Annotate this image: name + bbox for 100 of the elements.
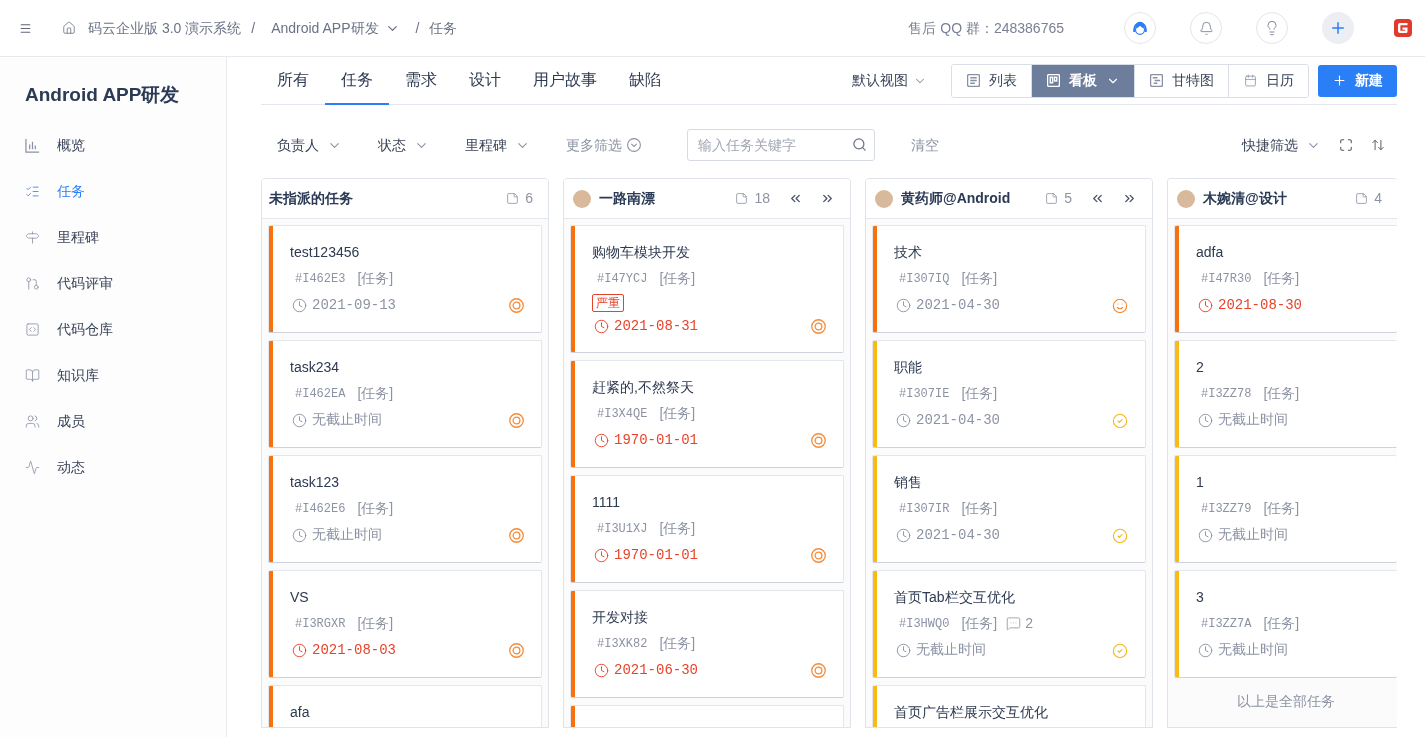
target-icon[interactable] bbox=[509, 298, 524, 313]
task-card[interactable]: 销售 #I307IR [任务] 2021-04-30 bbox=[872, 455, 1146, 563]
task-card[interactable]: test123456 #I462E3 [任务] 2021-09-13 bbox=[268, 225, 542, 333]
target-icon[interactable] bbox=[811, 663, 826, 678]
task-title: 开发对接 bbox=[592, 608, 649, 627]
task-type: [任务] bbox=[961, 384, 998, 403]
task-title: 赶紧的,不然祭天 bbox=[592, 378, 695, 397]
due-date: 无截止时间 bbox=[312, 526, 382, 545]
task-type: [任务] bbox=[961, 614, 998, 633]
sidebar-item[interactable]: 动态 bbox=[0, 444, 226, 490]
tab[interactable]: 缺陷 bbox=[613, 57, 677, 105]
due-date: 无截止时间 bbox=[916, 641, 986, 660]
task-card[interactable]: 开发对接 #I3XK82 [任务] 2021-06-30 bbox=[570, 590, 844, 698]
task-card[interactable]: 技术 #I307IQ [任务] 2021-04-30 bbox=[872, 225, 1146, 333]
task-type: [任务] bbox=[961, 499, 998, 518]
sidebar-item[interactable]: 里程碑 bbox=[0, 214, 226, 260]
check-circle-icon[interactable] bbox=[1112, 642, 1128, 659]
due-date: 1970-01-01 bbox=[614, 546, 698, 565]
project-dropdown[interactable]: Android APP研发 bbox=[265, 17, 406, 39]
task-card[interactable]: 1111 #I3U1XJ [任务] 1970-01-01 bbox=[570, 475, 844, 583]
tab[interactable]: 设计 bbox=[453, 57, 517, 105]
calendar-icon bbox=[1244, 74, 1257, 87]
task-number: #I462E6 bbox=[295, 500, 346, 518]
target-icon[interactable] bbox=[509, 413, 524, 428]
task-card[interactable]: VS #I3RGXR [任务] 2021-08-03 bbox=[268, 570, 542, 678]
new-button[interactable]: 新建 bbox=[1318, 64, 1397, 97]
sidebar-item[interactable]: 知识库 bbox=[0, 352, 226, 398]
view-picker[interactable]: 默认视图 bbox=[852, 70, 927, 91]
sidebar-item[interactable]: 代码评审 bbox=[0, 260, 226, 306]
task-title: afa bbox=[290, 703, 311, 722]
task-card[interactable]: afa bbox=[268, 685, 542, 727]
task-count: 18 bbox=[754, 189, 770, 208]
create-button[interactable] bbox=[1322, 12, 1354, 44]
task-title: 职能 bbox=[894, 358, 923, 377]
task-number: #I3X4QE bbox=[597, 405, 648, 423]
task-card[interactable]: 2 #I3ZZ78 [任务] 无截止时间 bbox=[1174, 340, 1397, 448]
task-card[interactable]: 购物车模块开发 #I47YCJ [任务] 严重 2021-08-31 bbox=[570, 225, 844, 353]
task-card[interactable]: task234 #I462EA [任务] 无截止时间 bbox=[268, 340, 542, 448]
view-mode-button[interactable]: 日历 bbox=[1228, 64, 1308, 97]
breadcrumb-separator: / bbox=[415, 18, 420, 38]
end-of-list-note: 以上是全部任务 bbox=[1235, 692, 1336, 710]
task-number: #I3ZZ7A bbox=[1201, 615, 1252, 633]
sort-icon[interactable] bbox=[1371, 138, 1385, 152]
task-card[interactable]: 首页广告栏展示交互优化 bbox=[872, 685, 1146, 727]
sidebar-item[interactable]: 任务 bbox=[0, 168, 226, 214]
due-date: 无截止时间 bbox=[1218, 526, 1288, 545]
sidebar-item[interactable]: 代码仓库 bbox=[0, 306, 226, 352]
task-type: [任务] bbox=[1263, 499, 1300, 518]
fullscreen-icon[interactable] bbox=[1339, 138, 1353, 152]
target-icon[interactable] bbox=[509, 528, 524, 543]
breadcrumb-link[interactable]: 码云企业版 3.0 演示系统 bbox=[62, 17, 242, 39]
task-type: [任务] bbox=[357, 614, 394, 633]
task-type: [任务] bbox=[1263, 269, 1300, 288]
task-card[interactable]: 1 #I3ZZ79 [任务] 无截止时间 bbox=[1174, 455, 1397, 563]
task-card[interactable]: 职能 #I307IE [任务] 2021-04-30 bbox=[872, 340, 1146, 448]
target-icon[interactable] bbox=[811, 319, 826, 334]
quick-filter-dropdown[interactable]: 快捷筛选 bbox=[1242, 134, 1321, 156]
task-card[interactable]: adfa #I47R30 [任务] 2021-08-30 bbox=[1174, 225, 1397, 333]
sidebar-item[interactable]: 成员 bbox=[0, 398, 226, 444]
logo-icon[interactable] bbox=[1394, 19, 1412, 37]
due-date: 无截止时间 bbox=[312, 411, 382, 430]
task-title: 2 bbox=[1196, 358, 1205, 377]
tab[interactable]: 用户故事 bbox=[517, 57, 613, 105]
task-card[interactable]: 3 #I3ZZ7A [任务] 无截止时间 bbox=[1174, 570, 1397, 678]
target-icon[interactable] bbox=[811, 548, 826, 563]
task-card[interactable]: 赶紧的,不然祭天 #I3X4QE [任务] 1970-01-01 bbox=[570, 360, 844, 468]
check-circle-icon[interactable] bbox=[1112, 527, 1128, 544]
view-mode-button[interactable]: 看板 bbox=[1031, 64, 1134, 97]
tab[interactable]: 需求 bbox=[389, 57, 453, 105]
search-field[interactable]: 输入任务关键字 bbox=[687, 129, 875, 161]
book-icon bbox=[25, 367, 40, 383]
task-number: #I462E3 bbox=[295, 270, 346, 288]
task-card[interactable]: task123 #I462E6 [任务] 无截止时间 bbox=[268, 455, 542, 563]
avatar-placeholder bbox=[1177, 189, 1195, 208]
due-date: 无截止时间 bbox=[1218, 411, 1288, 430]
task-type: [任务] bbox=[1263, 614, 1300, 633]
filter-dropdown[interactable]: 状态 bbox=[378, 134, 429, 156]
task-title: task234 bbox=[290, 358, 341, 377]
task-title: 销售 bbox=[894, 473, 923, 492]
menu-icon[interactable] bbox=[19, 21, 32, 35]
plus-icon bbox=[1332, 73, 1347, 88]
tab[interactable]: 所有 bbox=[261, 57, 325, 105]
filter-dropdown[interactable]: 里程碑 bbox=[465, 134, 530, 156]
tab[interactable]: 任务 bbox=[325, 57, 389, 105]
due-date: 2021-08-30 bbox=[1218, 296, 1302, 315]
smiley-icon[interactable] bbox=[1112, 297, 1128, 314]
task-number: #I3ZZ78 bbox=[1201, 385, 1252, 403]
task-type: [任务] bbox=[357, 269, 394, 288]
target-icon[interactable] bbox=[509, 643, 524, 658]
sidebar-item[interactable]: 概览 bbox=[0, 122, 226, 168]
task-count: 6 bbox=[525, 189, 533, 208]
target-icon[interactable] bbox=[811, 433, 826, 448]
search-icon[interactable] bbox=[852, 137, 867, 152]
check-circle-icon[interactable] bbox=[1112, 412, 1128, 429]
board-icon bbox=[1047, 74, 1060, 87]
task-type: [任务] bbox=[357, 384, 394, 403]
checklist-icon bbox=[25, 183, 40, 199]
filter-dropdown[interactable]: 负责人 bbox=[277, 134, 342, 156]
task-card[interactable]: 首页Tab栏交互优化 #I3HWQ0 [任务] 2 无截止时间 bbox=[872, 570, 1146, 678]
note-icon bbox=[1045, 192, 1059, 205]
